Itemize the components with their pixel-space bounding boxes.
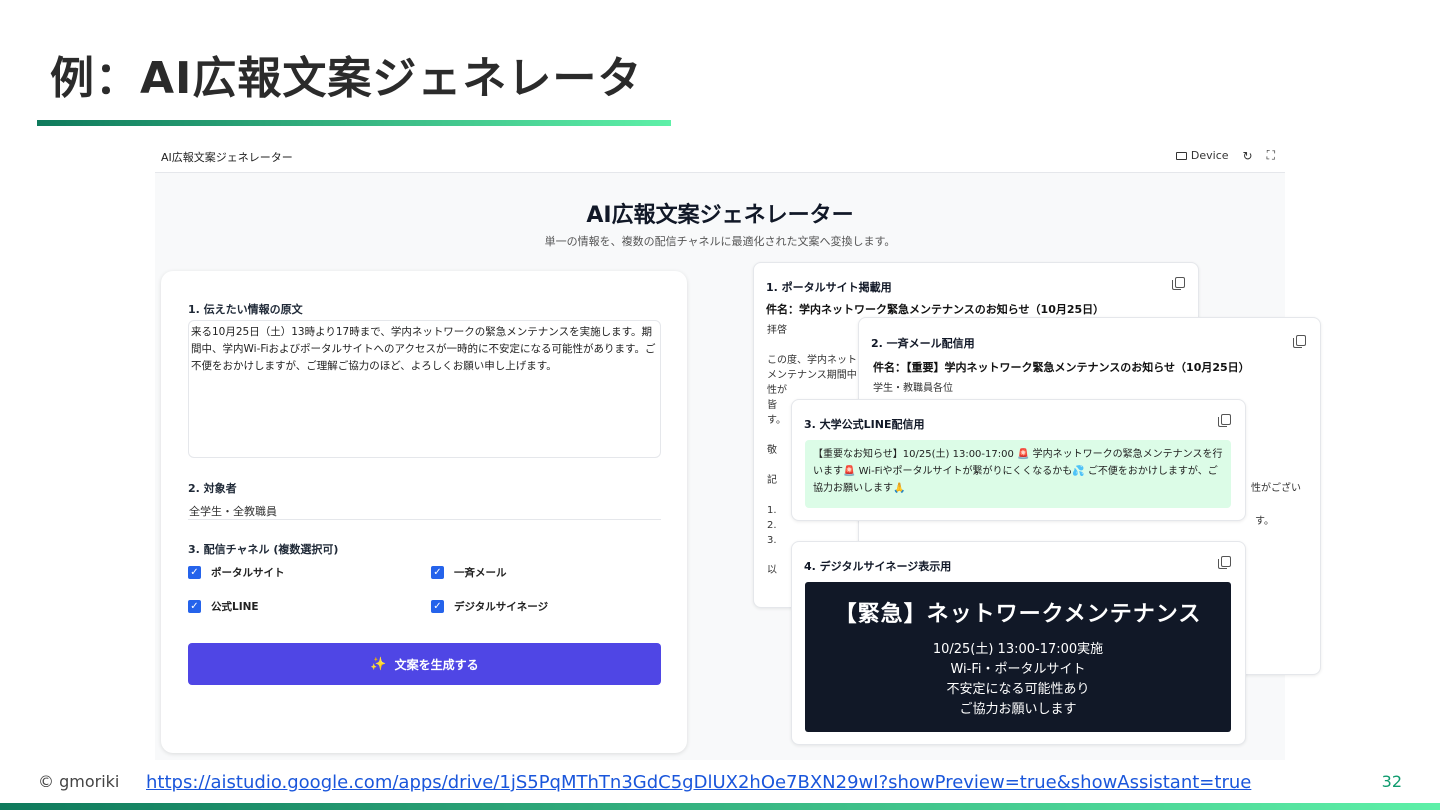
app-name: AI広報文案ジェネレーター — [161, 151, 293, 164]
audience-label: 2. 対象者 — [188, 482, 237, 495]
channel-checkbox-portal[interactable]: ✓ ポータルサイト — [188, 565, 285, 580]
source-text-label: 1. 伝えたい情報の原文 — [188, 303, 303, 316]
line-card-title: 3. 大学公式LINE配信用 — [804, 418, 925, 431]
sparkle-icon: ✨ — [370, 656, 387, 672]
fullscreen-icon[interactable]: ⛶ — [1267, 148, 1275, 163]
source-link[interactable]: https://aistudio.google.com/apps/drive/1… — [146, 772, 1251, 793]
device-label: Device — [1190, 149, 1229, 162]
mail-body: 学生・教職員各位 — [873, 383, 953, 394]
channels-label: 3. 配信チャネル (複数選択可) — [188, 543, 339, 556]
checkbox-checked-icon: ✓ — [188, 600, 201, 613]
signage-line: 不安定になる可能性あり — [946, 682, 1090, 697]
channel-checkbox-mail[interactable]: ✓ 一斉メール — [431, 565, 507, 580]
copy-icon[interactable] — [1293, 335, 1306, 348]
device-icon — [1175, 151, 1187, 160]
app-topbar: AI広報文案ジェネレーター Device ↻ ⛶ — [155, 140, 1285, 173]
input-form-card: 1. 伝えたい情報の原文 来る10月25日（土）13時より17時まで、学内ネット… — [161, 271, 687, 753]
checkbox-checked-icon: ✓ — [431, 600, 444, 613]
signage-preview: 【緊急】ネットワークメンテナンス 10/25(土) 13:00-17:00実施 … — [805, 582, 1231, 732]
checkbox-checked-icon: ✓ — [431, 566, 444, 579]
device-button[interactable]: Device — [1175, 149, 1229, 162]
signage-line: ご協力お願いします — [959, 702, 1077, 717]
mail-subject: 件名：【重要】学内ネットワーク緊急メンテナンスのお知らせ（10月25日） — [873, 361, 1250, 374]
channel-label: デジタルサイネージ — [454, 601, 549, 613]
audience-input[interactable] — [188, 502, 661, 520]
output-card-line: 3. 大学公式LINE配信用 【重要なお知らせ】10/25(土) 13:00-1… — [791, 399, 1246, 521]
topbar-controls: Device ↻ ⛶ — [1175, 148, 1275, 163]
slide-title: 例：AI広報文案ジェネレータ — [50, 53, 643, 104]
channel-label: 一斉メール — [454, 567, 507, 579]
channel-checkbox-line[interactable]: ✓ 公式LINE — [188, 599, 259, 614]
signage-line: 10/25(土) 13:00-17:00実施 — [932, 642, 1104, 657]
footer-bar — [0, 803, 1440, 810]
page-number: 32 — [1381, 772, 1402, 791]
copy-icon[interactable] — [1172, 277, 1185, 290]
portal-subject: 件名：学内ネットワーク緊急メンテナンスのお知らせ（10月25日） — [766, 303, 1105, 316]
source-text-input[interactable]: 来る10月25日（土）13時より17時まで、学内ネットワークの緊急メンテナンスを… — [188, 320, 661, 458]
mail-card-title: 2. 一斉メール配信用 — [871, 337, 975, 350]
signage-headline: 【緊急】ネットワークメンテナンス — [834, 602, 1202, 627]
title-underline — [37, 120, 671, 126]
signage-card-title: 4. デジタルサイネージ表示用 — [804, 560, 952, 573]
portal-card-title: 1. ポータルサイト掲載用 — [766, 281, 892, 294]
copy-icon[interactable] — [1218, 556, 1231, 569]
generate-button[interactable]: ✨ 文案を生成する — [188, 643, 661, 685]
refresh-icon[interactable]: ↻ — [1243, 149, 1253, 163]
channel-label: ポータルサイト — [211, 567, 285, 579]
app-header: AI広報文案ジェネレーター 単一の情報を、複数の配信チャネルに最適化された文案へ… — [155, 173, 1285, 259]
app-subtitle: 単一の情報を、複数の配信チャネルに最適化された文案へ変換します。 — [544, 235, 896, 248]
channel-checkbox-signage[interactable]: ✓ デジタルサイネージ — [431, 599, 548, 614]
mail-body-tail: 性がござい — [1251, 483, 1301, 494]
output-card-signage: 4. デジタルサイネージ表示用 【緊急】ネットワークメンテナンス 10/25(土… — [791, 541, 1246, 745]
signage-line: Wi-Fi・ポータルサイト — [950, 662, 1086, 677]
copy-icon[interactable] — [1218, 414, 1231, 427]
generate-label: 文案を生成する — [394, 657, 479, 672]
channel-label: 公式LINE — [211, 601, 259, 613]
line-message: 【重要なお知らせ】10/25(土) 13:00-17:00 🚨 学内ネットワーク… — [805, 440, 1231, 508]
app-title: AI広報文案ジェネレーター — [586, 203, 854, 228]
checkbox-checked-icon: ✓ — [188, 566, 201, 579]
copyright: © gmoriki — [38, 772, 120, 791]
mail-body-tail: す。 — [1255, 516, 1274, 527]
